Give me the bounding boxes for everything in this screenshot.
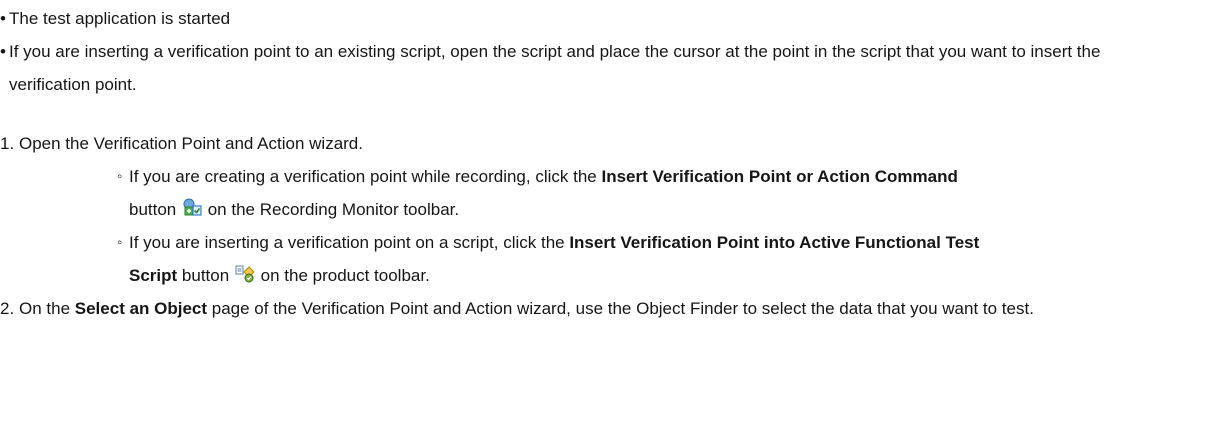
step-text: Open the Verification Point and Action w… bbox=[19, 134, 363, 153]
substep-text: If you are creating a verification point… bbox=[129, 167, 602, 186]
insert-verification-point-script-icon bbox=[235, 262, 255, 283]
prerequisite-text: The test application is started bbox=[9, 9, 231, 28]
list-item: If you are inserting a verification poin… bbox=[0, 35, 1207, 101]
step-number: 1. bbox=[0, 134, 15, 153]
prerequisite-text: If you are inserting a verification poin… bbox=[9, 42, 1101, 94]
substep-item: If you are creating a verification point… bbox=[117, 160, 1207, 226]
step-item: 2. On the Select an Object page of the Ve… bbox=[0, 292, 1207, 325]
substep-text: on the product toolbar. bbox=[255, 266, 430, 285]
steps-list: 1. Open the Verification Point and Action… bbox=[0, 127, 1207, 325]
step-number: 2. bbox=[0, 299, 15, 318]
insert-verification-point-action-icon bbox=[182, 196, 202, 216]
step-text: page of the Verification Point and Actio… bbox=[207, 299, 1034, 318]
substep-text: on the Recording Monitor toolbar. bbox=[203, 200, 460, 219]
substep-item: If you are inserting a verification poin… bbox=[117, 226, 1207, 292]
substep-text: button bbox=[177, 266, 234, 285]
substep-text: button bbox=[129, 200, 181, 219]
substeps-list: If you are creating a verification point… bbox=[0, 160, 1207, 292]
step-text: On the bbox=[19, 299, 75, 318]
prerequisites-list: The test application is started If you a… bbox=[0, 2, 1207, 101]
step-item: 1. Open the Verification Point and Action… bbox=[0, 127, 1207, 292]
list-item: The test application is started bbox=[0, 2, 1207, 35]
substep-text: If you are inserting a verification poin… bbox=[129, 233, 570, 252]
document: The test application is started If you a… bbox=[0, 0, 1207, 325]
ui-command-name: Insert Verification Point or Action Comm… bbox=[601, 167, 958, 186]
ui-page-name: Select an Object bbox=[74, 299, 208, 318]
